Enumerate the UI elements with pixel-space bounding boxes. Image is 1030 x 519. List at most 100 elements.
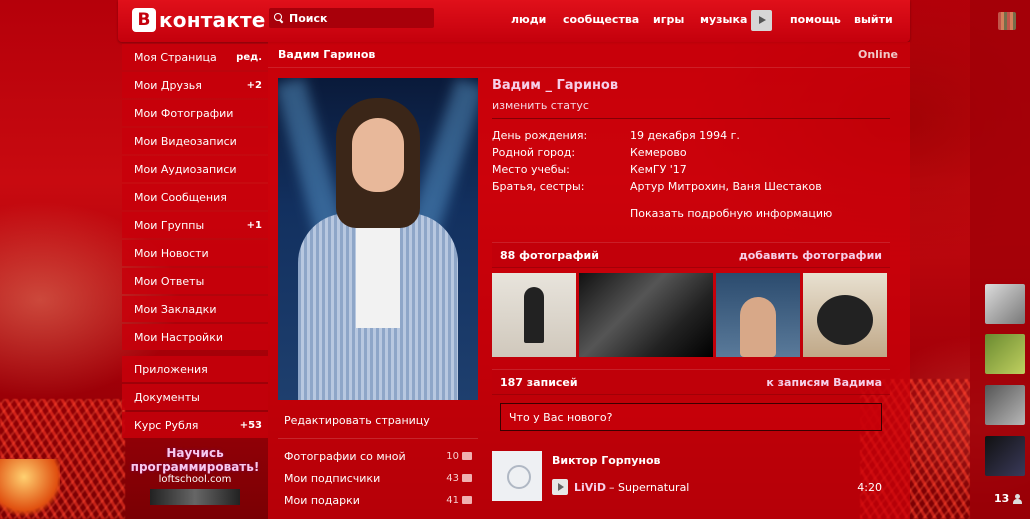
nav-people[interactable]: люди (511, 13, 546, 26)
menu-item-label: Мои Фотографии (134, 106, 234, 120)
profile-main: Вадим Гаринов Online Редактировать стран… (268, 42, 910, 519)
profile-full-name: Вадим _ Гаринов (492, 78, 619, 93)
profile-header: Вадим Гаринов Online (268, 42, 910, 68)
info-label: Братья, сестры: (492, 180, 585, 193)
info-divider (492, 118, 890, 119)
menu-item-settings[interactable]: Мои Настройки (122, 324, 268, 350)
profile-header-name: Вадим Гаринов (278, 48, 376, 61)
menu-item-label: Мои Сообщения (134, 190, 227, 204)
photo-thumbnail[interactable] (716, 273, 800, 357)
promo-image (150, 489, 240, 505)
track-title: – Supernatural (609, 480, 690, 494)
left-menu: Моя Страница ред. Мои Друзья +2 Мои Фотогр… (122, 44, 268, 505)
promo-block[interactable]: Научись программировать! loftschool.com (122, 446, 268, 505)
info-row-birthday: День рождения: 19 декабря 1994 г. (492, 129, 890, 146)
profile-info: Вадим _ Гаринов изменить статус День рож… (492, 78, 890, 220)
link-label: Фотографии со мной (284, 449, 406, 463)
menu-item-apps[interactable]: Приложения (122, 356, 268, 382)
info-row-siblings: Братья, сестры: Артур Митрохин, Ваня Шест… (492, 180, 890, 197)
info-value[interactable]: 19 декабря 1994 г. (630, 129, 740, 146)
info-value[interactable]: КемГУ '17 (630, 163, 687, 180)
person-icon (1013, 493, 1023, 504)
link-count: 10 (446, 450, 459, 462)
link-followers[interactable]: Мои подписчики 43 (278, 467, 478, 489)
info-label: Место учебы: (492, 163, 570, 176)
menu-item-videos[interactable]: Мои Видеозаписи (122, 128, 268, 154)
link-count: 43 (446, 472, 459, 484)
profile-photo[interactable] (278, 78, 478, 400)
online-friend-avatar[interactable] (985, 334, 1025, 374)
menu-item-badge: +1 (246, 219, 262, 231)
online-status: Online (857, 48, 898, 61)
online-friend-avatar[interactable] (985, 436, 1025, 476)
search-input[interactable]: Поиск (269, 8, 434, 28)
promo-site: loftschool.com (158, 474, 232, 485)
menu-item-edit[interactable]: ред. (236, 52, 262, 63)
photos-section-header: 88 фотографий добавить фотографии (492, 242, 890, 268)
menu-item-label: Документы (134, 390, 200, 404)
track-artist[interactable]: LiViD (574, 481, 606, 494)
nav-music[interactable]: музыка (700, 13, 747, 26)
search-label: Поиск (289, 11, 328, 25)
photo-thumbnail[interactable] (492, 273, 576, 357)
music-play-button[interactable] (751, 10, 772, 31)
menu-item-documents[interactable]: Документы (122, 384, 268, 410)
photo-thumbnail[interactable] (579, 273, 713, 357)
info-label: Родной город: (492, 146, 576, 159)
photo-thumbnail[interactable] (803, 273, 887, 357)
info-value[interactable]: Артур Митрохин, Ваня Шестаков (630, 180, 822, 197)
menu-item-my-page[interactable]: Моя Страница ред. (122, 44, 268, 70)
menu-item-badge: +53 (239, 419, 262, 431)
menu-item-audio[interactable]: Мои Аудиозаписи (122, 156, 268, 182)
photo-tshirt (356, 218, 400, 328)
info-value[interactable]: Кемерово (630, 146, 687, 163)
post-author-name[interactable]: Виктор Горпунов (552, 454, 661, 467)
photos-count[interactable]: 88 фотографий (500, 249, 599, 262)
menu-item-label: Мои Друзья (134, 78, 202, 92)
nav-communities[interactable]: сообщества (563, 13, 639, 26)
menu-item-badge: +2 (246, 79, 262, 91)
camera-icon (462, 452, 472, 460)
nav-logout[interactable]: выйти (854, 13, 893, 26)
menu-item-answers[interactable]: Мои Ответы (122, 268, 268, 294)
menu-item-photos[interactable]: Мои Фотографии (122, 100, 268, 126)
photo-face (352, 118, 404, 192)
link-label: Мои подписчики (284, 471, 381, 485)
menu-item-groups[interactable]: Мои Группы +1 (122, 212, 268, 238)
online-friend-avatar[interactable] (985, 385, 1025, 425)
change-status-link[interactable]: изменить статус (492, 99, 890, 112)
gift-icon (462, 496, 472, 504)
menu-item-ruble-rate[interactable]: Курс Рубля +53 (122, 412, 268, 438)
menu-item-label: Мои Группы (134, 218, 205, 232)
online-friends-count[interactable]: 13 (994, 492, 1023, 505)
info-row-hometown: Родной город: Кемерово (492, 146, 890, 163)
link-count: 41 (446, 494, 459, 506)
wall-posts-link[interactable]: к записям Вадима (766, 376, 882, 389)
logo-icon: В (132, 8, 156, 32)
menu-item-news[interactable]: Мои Новости (122, 240, 268, 266)
menu-item-label: Мои Новости (134, 246, 209, 260)
add-photos-link[interactable]: добавить фотографии (739, 249, 882, 262)
post-author-avatar[interactable] (492, 451, 542, 501)
link-gifts[interactable]: Мои подарки 41 (278, 489, 478, 511)
nav-games[interactable]: игры (653, 13, 684, 26)
promo-title: Научись программировать! (130, 446, 260, 474)
decoration-candle (0, 459, 60, 519)
logo[interactable]: В контакте (132, 8, 266, 32)
show-more-info-link[interactable]: Показать подробную информацию (492, 207, 890, 220)
top-bar: В контакте Поиск люди сообщества игры му… (118, 0, 910, 42)
candles-icon (998, 12, 1016, 30)
menu-item-friends[interactable]: Мои Друзья +2 (122, 72, 268, 98)
menu-item-messages[interactable]: Мои Сообщения (122, 184, 268, 210)
online-friend-avatar[interactable] (985, 284, 1025, 324)
link-photos-with-me[interactable]: Фотографии со мной 10 (278, 445, 478, 467)
wall-count[interactable]: 187 записей (500, 376, 578, 389)
menu-item-bookmarks[interactable]: Мои Закладки (122, 296, 268, 322)
menu-item-label: Мои Аудиозаписи (134, 162, 237, 176)
nav-help[interactable]: помощь (790, 13, 841, 26)
info-label: День рождения: (492, 129, 588, 142)
edit-page-link[interactable]: Редактировать страницу (284, 414, 430, 427)
new-post-input[interactable]: Что у Вас нового? (500, 403, 882, 431)
info-row-education: Место учебы: КемГУ '17 (492, 163, 890, 180)
track-play-button[interactable] (552, 479, 568, 495)
